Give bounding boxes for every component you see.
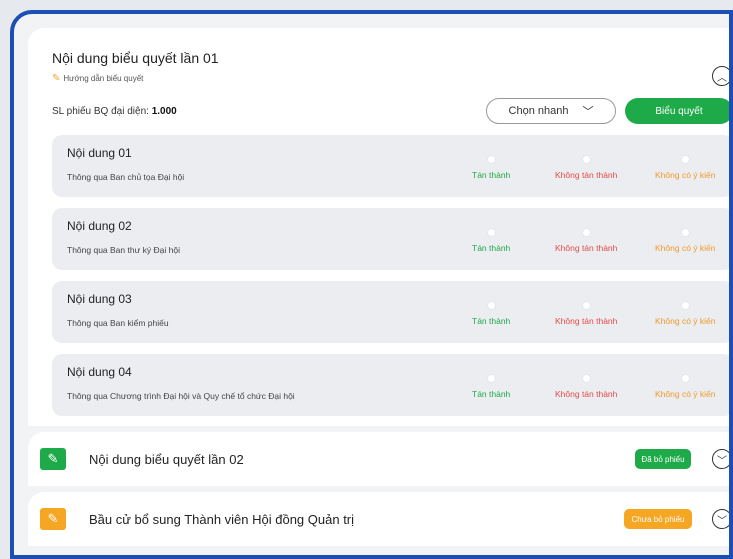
option-agree[interactable]: Tán thành [472, 374, 510, 399]
voting-guide-label: Hướng dẫn biểu quyết [63, 74, 144, 83]
radio-button[interactable] [486, 374, 496, 383]
vote-count-value: 1.000 [151, 106, 177, 117]
radio-button[interactable] [581, 374, 591, 383]
option-no-opinion[interactable]: Không có ý kiến [655, 228, 715, 253]
option-disagree[interactable]: Không tán thành [555, 155, 617, 180]
option-disagree-label: Không tán thành [555, 389, 618, 399]
vote-item: Nội dung 04 Thông qua Chương trình Đại h… [52, 354, 729, 416]
radio-button[interactable] [486, 228, 496, 237]
radio-button[interactable] [581, 155, 591, 164]
vote-item-title: Nội dung 03 [67, 292, 132, 306]
option-no-opinion[interactable]: Không có ý kiến [655, 155, 715, 180]
radio-button[interactable] [680, 155, 690, 164]
vote-count-text: SL phiếu BQ đại diện: [52, 106, 149, 117]
vote-item-title: Nội dung 01 [67, 146, 132, 160]
voting-panel: Nội dung biểu quyết lần 01 ✎ Hướng dẫn b… [10, 10, 733, 559]
chevron-down-icon: ﹀ [717, 515, 727, 527]
option-no-opinion-label: Không có ý kiến [655, 170, 716, 180]
vote-icon: ✎ [40, 508, 66, 530]
quick-select-dropdown[interactable]: Chọn nhanh ﹀ [486, 98, 616, 124]
vote-item-desc: Thông qua Chương trình Đại hội và Quy ch… [67, 391, 295, 401]
pencil-icon: ✎ [52, 73, 61, 84]
expand-button[interactable]: ﹀ [712, 449, 729, 469]
status-badge: Chưa bỏ phiếu [624, 509, 692, 529]
option-disagree-label: Không tán thành [555, 316, 618, 326]
vote-item: Nội dung 03 Thông qua Ban kiểm phiếu Tán… [52, 281, 729, 343]
collapse-button[interactable]: ︿ [712, 66, 729, 86]
option-agree-label: Tán thành [472, 170, 511, 180]
option-agree-label: Tán thành [472, 389, 511, 399]
vote-item-title: Nội dung 02 [67, 219, 132, 233]
radio-button[interactable] [486, 301, 496, 310]
radio-button[interactable] [680, 301, 690, 310]
status-badge: Đã bỏ phiếu [635, 449, 691, 469]
chevron-down-icon: ﹀ [717, 455, 727, 467]
radio-button[interactable] [581, 228, 591, 237]
vote-item-title: Nội dung 04 [67, 365, 132, 379]
option-agree[interactable]: Tán thành [472, 301, 510, 326]
chevron-up-icon: ︿ [717, 72, 727, 84]
chevron-down-icon: ﹀ [582, 106, 594, 118]
radio-button[interactable] [680, 374, 690, 383]
radio-button[interactable] [486, 155, 496, 164]
vote-item: Nội dung 01 Thông qua Ban chủ tọa Đại hộ… [52, 135, 729, 197]
voting-section-2[interactable]: ✎ Nội dung biểu quyết lần 02 Đã bỏ phiếu… [28, 432, 729, 486]
option-disagree-label: Không tán thành [555, 243, 618, 253]
vote-item-desc: Thông qua Ban thư ký Đại hội [67, 245, 180, 255]
expand-button[interactable]: ﹀ [712, 509, 729, 529]
option-disagree[interactable]: Không tán thành [555, 301, 617, 326]
option-disagree[interactable]: Không tán thành [555, 374, 617, 399]
vote-item: Nội dung 02 Thông qua Ban thư ký Đại hội… [52, 208, 729, 270]
option-agree-label: Tán thành [472, 243, 511, 253]
vote-count-label: SL phiếu BQ đại diện: 1.000 [52, 106, 177, 117]
option-agree[interactable]: Tán thành [472, 155, 510, 180]
section-title: Bầu cử bổ sung Thành viên Hội đồng Quản … [89, 512, 355, 527]
option-agree-label: Tán thành [472, 316, 511, 326]
quick-select-label: Chọn nhanh [508, 105, 569, 117]
radio-button[interactable] [581, 301, 591, 310]
vote-item-desc: Thông qua Ban kiểm phiếu [67, 318, 169, 328]
radio-button[interactable] [680, 228, 690, 237]
option-no-opinion-label: Không có ý kiến [655, 389, 716, 399]
option-agree[interactable]: Tán thành [472, 228, 510, 253]
option-disagree[interactable]: Không tán thành [555, 228, 617, 253]
option-no-opinion[interactable]: Không có ý kiến [655, 374, 715, 399]
section-title: Nội dung biểu quyết lần 02 [89, 452, 244, 467]
option-no-opinion-label: Không có ý kiến [655, 243, 716, 253]
option-no-opinion-label: Không có ý kiến [655, 316, 716, 326]
voting-section-3[interactable]: ✎ Bầu cử bổ sung Thành viên Hội đồng Quả… [28, 492, 729, 546]
vote-icon: ✎ [40, 448, 66, 470]
section-title: Nội dung biểu quyết lần 01 [52, 50, 219, 66]
voting-guide-link[interactable]: ✎ Hướng dẫn biểu quyết [52, 73, 143, 84]
option-no-opinion[interactable]: Không có ý kiến [655, 301, 715, 326]
vote-item-desc: Thông qua Ban chủ tọa Đại hội [67, 172, 185, 182]
option-disagree-label: Không tán thành [555, 170, 618, 180]
vote-button[interactable]: Biểu quyết [625, 98, 729, 124]
voting-section-1: Nội dung biểu quyết lần 01 ✎ Hướng dẫn b… [28, 28, 729, 426]
